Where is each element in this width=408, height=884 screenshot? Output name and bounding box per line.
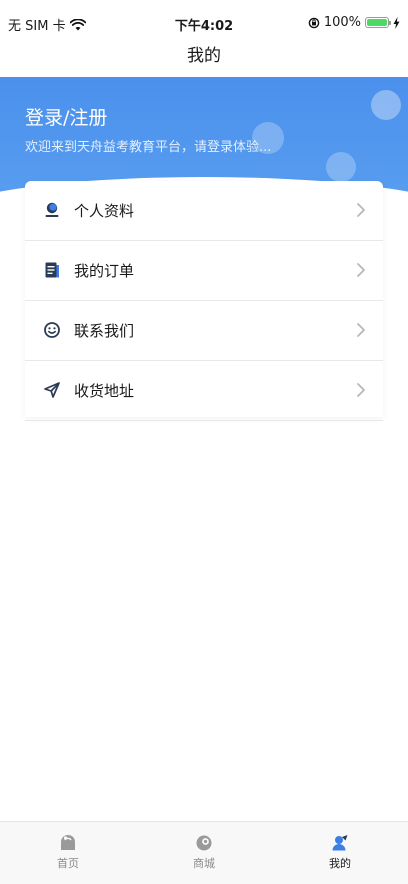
person-icon xyxy=(45,202,59,217)
tab-shop[interactable]: 商城 xyxy=(136,822,272,884)
menu-item-profile[interactable]: 个人资料 xyxy=(25,181,383,241)
nav-bar: 我的 xyxy=(0,44,408,77)
charging-bolt-icon xyxy=(393,16,400,29)
menu-item-orders[interactable]: 我的订单 xyxy=(25,241,383,301)
battery-icon xyxy=(365,17,391,28)
chevron-right-icon xyxy=(357,263,365,277)
menu-item-address[interactable]: 收货地址 xyxy=(25,361,383,421)
page-title: 我的 xyxy=(187,46,221,66)
login-register-link[interactable]: 登录/注册 xyxy=(25,103,107,130)
battery-percent: 100% xyxy=(323,15,361,30)
menu-card: 个人资料 我的订单 联系我们 收货地址 xyxy=(25,181,383,421)
tab-label: 我的 xyxy=(329,857,351,870)
menu-item-label: 个人资料 xyxy=(74,202,135,220)
order-icon xyxy=(45,262,59,278)
orientation-lock-icon xyxy=(308,17,320,28)
tab-bar: 首页 商城 我的 xyxy=(0,821,408,884)
home-icon xyxy=(61,835,75,850)
menu-item-contact[interactable]: 联系我们 xyxy=(25,301,383,361)
location-arrow-icon xyxy=(44,382,60,398)
tab-label: 首页 xyxy=(57,857,79,870)
status-right: 100% xyxy=(308,15,400,30)
tab-label: 商城 xyxy=(193,857,215,870)
tab-home[interactable]: 首页 xyxy=(0,822,136,884)
chevron-right-icon xyxy=(357,383,365,397)
chevron-right-icon xyxy=(357,203,365,217)
menu-item-label: 我的订单 xyxy=(74,262,135,280)
battery-fill xyxy=(367,19,387,26)
menu-item-label: 联系我们 xyxy=(74,322,135,340)
status-bar: 无 SIM 卡 下午4:02 100% xyxy=(0,0,408,44)
shop-icon xyxy=(196,835,212,851)
welcome-text: 欢迎来到天舟益考教育平台，请登录体验... xyxy=(25,140,272,155)
decor-bubble-1 xyxy=(371,90,401,120)
decor-bubble-2 xyxy=(326,152,356,182)
tab-profile[interactable]: 我的 xyxy=(272,822,408,884)
menu-item-label: 收货地址 xyxy=(74,382,135,400)
profile-icon xyxy=(332,835,348,851)
chevron-right-icon xyxy=(357,323,365,337)
smile-icon xyxy=(44,322,60,338)
